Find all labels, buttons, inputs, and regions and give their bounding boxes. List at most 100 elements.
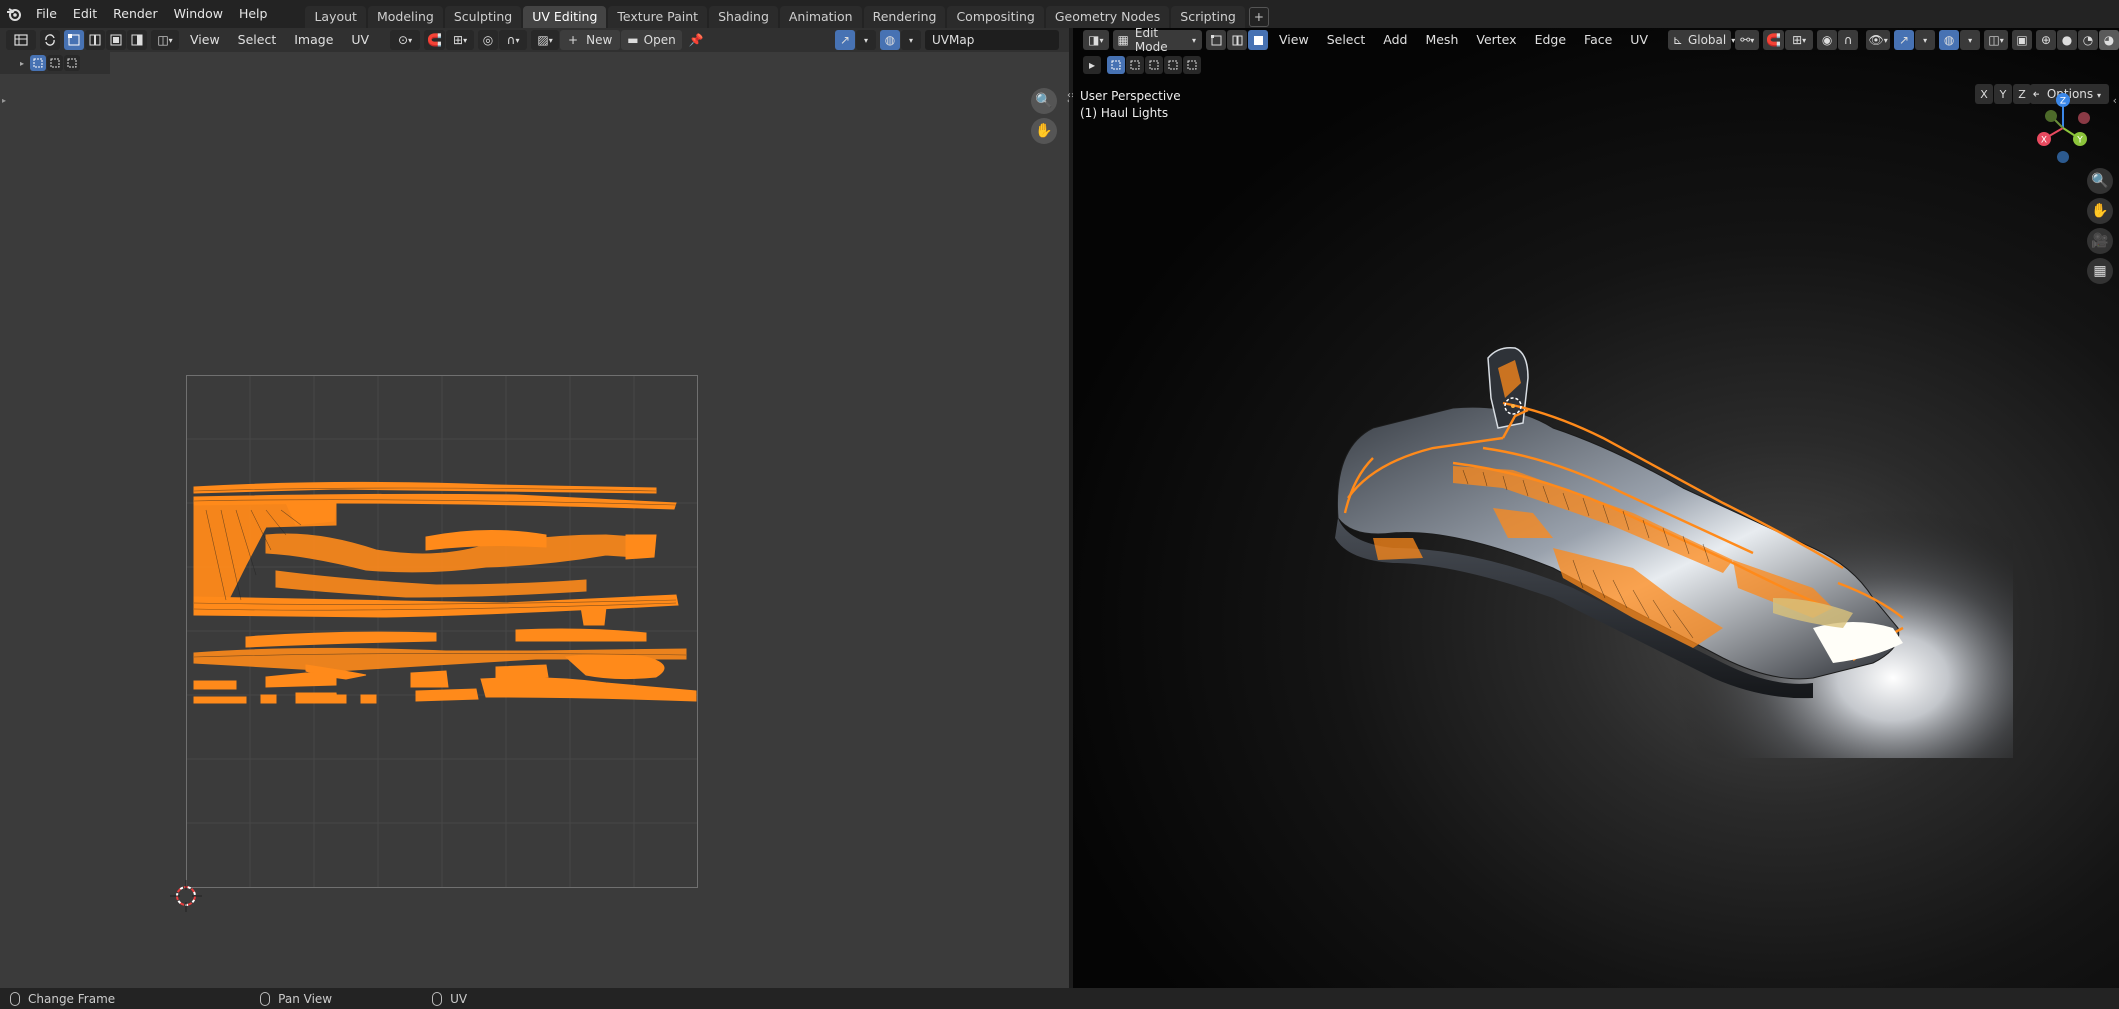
solid-shading-icon[interactable]: ●	[2057, 30, 2077, 50]
browse-image-dropdown[interactable]: ▨ ▾	[531, 30, 560, 50]
snap-target-dropdown[interactable]: ⊞ ▾	[446, 30, 475, 50]
neg-x-axis-icon[interactable]	[2078, 112, 2090, 124]
visibility-dropdown[interactable]: 👁 ▾	[1866, 30, 1891, 50]
menu-help[interactable]: Help	[231, 3, 276, 25]
tab-animation[interactable]: Animation	[779, 6, 862, 28]
wireframe-shading-icon[interactable]: ⊕	[2036, 30, 2056, 50]
viewport-falloff-icon[interactable]: ∩	[1838, 30, 1859, 50]
pivot-dropdown[interactable]: ⚯ ▾	[1735, 30, 1760, 50]
spaceship-model[interactable]	[1253, 298, 2013, 758]
island-select-icon[interactable]	[127, 30, 147, 50]
tool-settings-icon[interactable]: ▸	[1083, 56, 1101, 74]
gizmo-toggle-icon[interactable]: ↗	[835, 30, 855, 50]
sidebar-toggle-arrow-icon[interactable]: ‹	[2113, 94, 2117, 107]
uv-menu-view[interactable]: View	[183, 30, 227, 50]
vertex-select-icon[interactable]	[64, 30, 84, 50]
viewport-overlays-dropdown[interactable]: ▾	[1960, 30, 1981, 50]
material-shading-icon[interactable]: ◔	[2078, 30, 2098, 50]
select-set-icon[interactable]	[30, 55, 47, 71]
uvmap-field[interactable]: UVMap	[925, 30, 1059, 50]
viewport-snap-target-dropdown[interactable]: ⊞ ▾	[1785, 30, 1814, 50]
viewport-menu-face[interactable]: Face	[1577, 30, 1619, 50]
tab-scripting[interactable]: Scripting	[1171, 6, 1245, 28]
overlays-dropdown[interactable]: ▾	[901, 30, 921, 50]
snap-toggle-icon[interactable]: 🧲	[424, 30, 446, 50]
expand-arrow-icon[interactable]: ▸	[20, 59, 24, 68]
mode-dropdown[interactable]: ▦ Edit Mode ▾	[1112, 28, 1203, 54]
tab-geometry-nodes[interactable]: Geometry Nodes	[1045, 6, 1170, 28]
xray-toggle-icon[interactable]: ▣	[2012, 30, 2032, 50]
tab-sculpting[interactable]: Sculpting	[444, 6, 522, 28]
vp-select-intersect-icon[interactable]	[1183, 56, 1201, 74]
edge-mode-icon[interactable]	[1227, 30, 1248, 50]
vp-select-set-icon[interactable]	[1107, 56, 1125, 74]
select-extend-icon[interactable]	[47, 55, 64, 71]
viewport-snap-icon[interactable]: 🧲	[1763, 30, 1785, 50]
tab-texture-paint[interactable]: Texture Paint	[608, 6, 708, 28]
gizmo-dropdown[interactable]: ▾	[856, 30, 876, 50]
vp-select-extend-icon[interactable]	[1126, 56, 1144, 74]
tab-layout[interactable]: Layout	[305, 6, 366, 28]
face-select-icon[interactable]	[106, 30, 126, 50]
add-workspace-button[interactable]: +	[1248, 7, 1269, 27]
2d-cursor-icon[interactable]	[168, 878, 204, 914]
viewport-menu-view[interactable]: View	[1272, 30, 1316, 50]
falloff-dropdown[interactable]: ∩ ▾	[499, 30, 528, 50]
blender-logo-icon[interactable]	[0, 0, 28, 28]
viewport-editor-type-button[interactable]: ◨ ▾	[1083, 30, 1109, 50]
proportional-editing-icon[interactable]: ◎	[478, 30, 499, 50]
overlays-toggle-icon[interactable]: ◍	[880, 30, 900, 50]
vp-pan-icon[interactable]: ✋	[2087, 198, 2113, 224]
navigation-gizmo[interactable]: Z Y X	[2023, 88, 2103, 168]
uv-islands[interactable]	[193, 481, 697, 704]
menu-render[interactable]: Render	[105, 3, 166, 25]
viewport-menu-uv[interactable]: UV	[1623, 30, 1655, 50]
pan-view-icon[interactable]: ✋	[1031, 118, 1057, 144]
tab-shading[interactable]: Shading	[709, 6, 778, 28]
menu-edit[interactable]: Edit	[65, 3, 105, 25]
toolbar-expand-arrow-icon[interactable]: ▸	[2, 96, 6, 105]
viewport-proportional-icon[interactable]: ◉	[1817, 30, 1838, 50]
uv-menu-uv[interactable]: UV	[344, 30, 376, 50]
viewport-menu-vertex[interactable]: Vertex	[1469, 30, 1523, 50]
edge-select-icon[interactable]	[85, 30, 105, 50]
vp-camera-icon[interactable]: 🎥	[2087, 228, 2113, 254]
3d-viewport[interactable]: ◨ ▾ ▦ Edit Mode ▾ View Select Add Mesh Ve…	[1073, 28, 2119, 988]
select-subtract-icon[interactable]	[64, 55, 81, 71]
face-mode-icon[interactable]	[1248, 30, 1269, 50]
viewport-menu-mesh[interactable]: Mesh	[1418, 30, 1465, 50]
vp-select-invert-icon[interactable]	[1164, 56, 1182, 74]
viewport-menu-select[interactable]: Select	[1320, 30, 1373, 50]
new-image-button[interactable]: + New	[560, 30, 621, 50]
transform-orientation-dropdown[interactable]: ⊾ Global ▾	[1667, 30, 1735, 50]
uv-canvas[interactable]	[186, 375, 698, 888]
uv-menu-select[interactable]: Select	[231, 30, 284, 50]
vertex-mode-icon[interactable]	[1206, 30, 1227, 50]
sync-selection-icon[interactable]	[40, 30, 60, 50]
neg-y-axis-icon[interactable]	[2045, 110, 2057, 122]
open-image-button[interactable]: ▬ Open	[621, 30, 682, 50]
tab-modeling[interactable]: Modeling	[367, 6, 443, 28]
viewport-menu-edge[interactable]: Edge	[1528, 30, 1573, 50]
tab-rendering[interactable]: Rendering	[863, 6, 946, 28]
sticky-selection-dropdown[interactable]: ◫ ▾	[151, 30, 179, 50]
pin-icon[interactable]: 📌	[686, 30, 707, 50]
menu-window[interactable]: Window	[166, 3, 231, 25]
uv-editor-area[interactable]: ◫ ▾ View Select Image UV ⊙ ▾ 🧲 ⊞ ▾ ◎ ∩ ▾ ▨ ▾ …	[0, 28, 1071, 988]
rendered-shading-icon[interactable]: ◕	[2099, 30, 2119, 50]
mesh-edit-overlay-dropdown[interactable]: ◫ ▾	[1984, 30, 2008, 50]
mirror-y-button[interactable]: Y	[1994, 84, 2012, 104]
vp-zoom-icon[interactable]: 🔍	[2087, 168, 2113, 194]
vp-ortho-toggle-icon[interactable]: ▦	[2087, 258, 2113, 284]
viewport-overlays-icon[interactable]: ◍	[1939, 30, 1960, 50]
vp-select-subtract-icon[interactable]	[1145, 56, 1163, 74]
menu-file[interactable]: File	[28, 3, 65, 25]
zoom-view-icon[interactable]: 🔍	[1031, 88, 1057, 114]
neg-z-axis-icon[interactable]	[2057, 151, 2069, 163]
mirror-x-button[interactable]: X	[1975, 84, 1993, 104]
viewport-menu-add[interactable]: Add	[1376, 30, 1414, 50]
viewport-gizmo-dropdown[interactable]: ▾	[1915, 30, 1936, 50]
uv-menu-image[interactable]: Image	[287, 30, 340, 50]
tab-compositing[interactable]: Compositing	[947, 6, 1044, 28]
editor-type-button[interactable]	[6, 30, 36, 50]
